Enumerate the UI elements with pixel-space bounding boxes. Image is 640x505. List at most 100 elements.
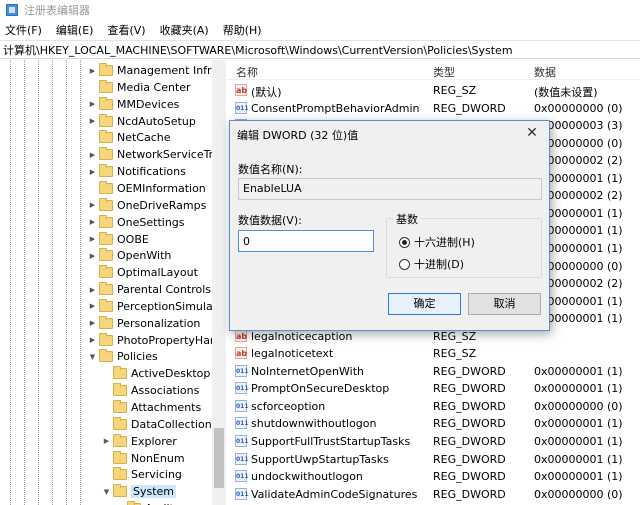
folder-icon	[113, 467, 127, 481]
tree-item[interactable]: Media Center	[88, 79, 191, 96]
tree-item[interactable]: ▶ PerceptionSimulatio	[88, 298, 226, 315]
value-data: 0x00000001 (1)	[534, 435, 623, 448]
radio-hexadecimal[interactable]: 十六进制(H)	[399, 234, 475, 250]
tree-item[interactable]: OEMInformation	[88, 180, 206, 197]
registry-value-row[interactable]: 011 scforceoption REG_DWORD 0x00000000 (0)	[227, 398, 640, 415]
chevron-right-icon[interactable]: ▶	[88, 252, 97, 260]
tree-item[interactable]: ▶ Notifications	[88, 163, 186, 180]
chevron-right-icon[interactable]: ▶	[88, 235, 97, 243]
tree-item[interactable]: ▶ PhotoPropertyHand	[88, 332, 224, 349]
string-value-icon: ab	[235, 347, 248, 360]
chevron-right-icon[interactable]: ▶	[102, 437, 111, 445]
tree-item[interactable]: NetCache	[88, 129, 171, 146]
chevron-right-icon[interactable]: ▶	[88, 117, 97, 125]
column-header-data[interactable]: 数据	[534, 64, 556, 80]
chevron-right-icon[interactable]: ▶	[88, 67, 97, 75]
menu-file[interactable]: 文件(F)	[5, 22, 42, 38]
tree-item-label: Media Center	[117, 80, 191, 94]
tree-item-label: Notifications	[117, 165, 186, 179]
tree-item[interactable]: ▶ Explorer	[102, 433, 177, 450]
chevron-right-icon[interactable]: ▶	[88, 168, 97, 176]
tree-item[interactable]: ▶ OOBE	[88, 231, 149, 248]
tree-item[interactable]: ▶ Parental Controls	[88, 281, 211, 298]
chevron-down-icon[interactable]: ▼	[102, 488, 111, 496]
tree-item[interactable]: Servicing	[102, 466, 182, 483]
ok-button[interactable]: 确定	[388, 293, 461, 315]
chevron-right-icon[interactable]: ▶	[88, 302, 97, 310]
tree-item[interactable]: ▶ Personalization	[88, 315, 200, 332]
tree-item-label: Parental Controls	[117, 283, 211, 297]
radio-decimal[interactable]: 十进制(D)	[399, 256, 464, 272]
registry-value-row[interactable]: ab (默认) REG_SZ (数值未设置)	[227, 82, 640, 99]
chevron-down-icon[interactable]: ▼	[88, 353, 97, 361]
registry-value-row[interactable]: ab legalnoticetext REG_SZ	[227, 345, 640, 362]
menu-favorites[interactable]: 收藏夹(A)	[160, 22, 209, 38]
menu-help[interactable]: 帮助(H)	[223, 22, 262, 38]
registry-value-row[interactable]: 011 shutdownwithoutlogon REG_DWORD 0x000000…	[227, 415, 640, 432]
tree-item[interactable]: ▶ OneDriveRamps	[88, 197, 206, 214]
tree-item[interactable]: ▶ OneSettings	[88, 214, 185, 231]
registry-value-row[interactable]: 011 PromptOnSecureDesktop REG_DWORD 0x00000…	[227, 380, 640, 397]
folder-icon	[113, 484, 127, 498]
value-data: 0x00000001 (1)	[534, 417, 623, 431]
close-icon[interactable]: ✕	[521, 123, 543, 143]
folder-icon	[99, 147, 113, 161]
tree-item-label: Servicing	[131, 468, 182, 482]
tree-scroll-thumb[interactable]	[214, 428, 224, 488]
tree-item[interactable]: ActiveDesktop	[102, 365, 210, 382]
column-header-name[interactable]: 名称	[236, 64, 258, 80]
tree-item-label: OOBE	[117, 232, 149, 246]
chevron-right-icon[interactable]: ▶	[88, 201, 97, 209]
registry-value-row[interactable]: 011 ConsentPromptBehaviorAdmin REG_DWORD 0x…	[227, 100, 640, 117]
menu-view[interactable]: 查看(V)	[107, 22, 145, 38]
dword-value-icon: 011	[235, 382, 249, 395]
registry-value-row[interactable]: 011 NoInternetOpenWith REG_DWORD 0x00000001…	[227, 363, 640, 380]
tree-item[interactable]: NonEnum	[102, 450, 185, 467]
value-name: shutdownwithoutlogon	[251, 417, 377, 431]
tree-item-label: Policies	[117, 350, 158, 364]
folder-icon	[99, 113, 113, 127]
watermark-logo	[540, 462, 640, 505]
value-data: 0x00000001 (1)	[534, 382, 623, 396]
tree-item[interactable]: Audit	[116, 500, 174, 505]
dword-value-icon: 011	[235, 399, 249, 412]
menu-edit[interactable]: 编辑(E)	[56, 22, 94, 38]
tree-item[interactable]: Associations	[102, 382, 199, 399]
tree-scrollbar[interactable]	[212, 60, 226, 505]
tree-item[interactable]: Attachments	[102, 399, 201, 416]
cancel-button[interactable]: 取消	[468, 293, 541, 315]
value-type: REG_DWORD	[433, 487, 506, 501]
chevron-right-icon[interactable]: ▶	[88, 151, 97, 159]
tree-item[interactable]: DataCollection	[102, 416, 212, 433]
tree-item-label: NetworkServiceTrig	[117, 148, 224, 162]
registry-value-row[interactable]: 011 SupportFullTrustStartupTasks REG_DWORD…	[227, 433, 640, 450]
base-group-label: 基数	[393, 211, 421, 227]
address-bar[interactable]: 计算机\HKEY_LOCAL_MACHINE\SOFTWARE\Microsof…	[0, 40, 640, 59]
tree-item[interactable]: ▶ NetworkServiceTrig	[88, 146, 223, 163]
folder-icon	[99, 231, 113, 245]
radio-decimal-label: 十进制(D)	[414, 258, 465, 271]
value-data-input[interactable]	[238, 230, 374, 252]
tree-item[interactable]: ▶ Management Infras	[88, 62, 224, 79]
tree-item-label: NcdAutoSetup	[117, 114, 196, 128]
dword-value-icon: 011	[235, 101, 249, 114]
tree-item[interactable]: ▶ MMDevices	[88, 96, 179, 113]
chevron-right-icon[interactable]: ▶	[88, 100, 97, 108]
tree-item[interactable]: ▶ NcdAutoSetup	[88, 113, 196, 130]
folder-icon	[113, 383, 127, 397]
tree-item[interactable]: OptimalLayout	[88, 264, 198, 281]
registry-tree[interactable]: ▶ Management Infras Media Center ▶ MMDevices…	[0, 60, 226, 505]
chevron-right-icon[interactable]: ▶	[88, 336, 97, 344]
folder-icon	[99, 79, 113, 93]
tree-item[interactable]: ▼ Policies	[88, 348, 158, 365]
chevron-right-icon[interactable]: ▶	[88, 319, 97, 327]
tree-item[interactable]: ▼ System	[102, 483, 177, 500]
value-name: SupportUwpStartupTasks	[251, 452, 389, 466]
dword-value-icon: 011	[235, 417, 249, 430]
column-header-type[interactable]: 类型	[433, 64, 455, 80]
tree-item[interactable]: ▶ OpenWith	[88, 247, 171, 264]
chevron-right-icon[interactable]: ▶	[88, 286, 97, 294]
tree-item-label: OneDriveRamps	[117, 198, 207, 212]
tree-item-label: PerceptionSimulatio	[117, 299, 226, 313]
chevron-right-icon[interactable]: ▶	[88, 218, 97, 226]
